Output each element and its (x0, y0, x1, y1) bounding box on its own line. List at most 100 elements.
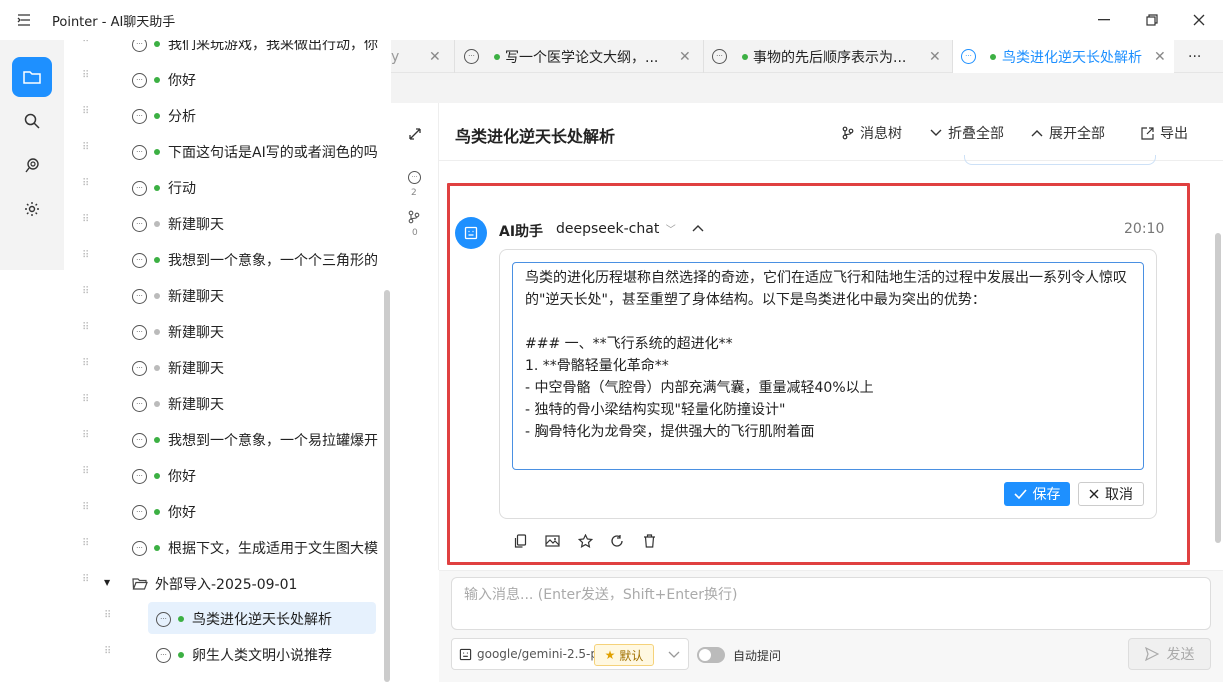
chevron-down-icon (930, 129, 942, 136)
minimize-button[interactable] (1089, 8, 1119, 32)
chat-bubble-icon: ··· (156, 648, 171, 663)
restore-button[interactable] (1137, 8, 1167, 32)
send-icon (1144, 647, 1159, 661)
message-edit-textarea[interactable]: 鸟类的进化历程堪称自然选择的奇迹，它们在适应飞行和陆地生活的过程中发展出一系列令… (512, 262, 1144, 470)
status-dot (154, 509, 160, 515)
star-icon: ★ (604, 648, 616, 662)
tree-item[interactable]: ⠿ ··· 你好 (64, 494, 390, 530)
settings-nav-button[interactable] (12, 189, 52, 229)
tree-item[interactable]: ⠿ ··· 我们来玩游戏，我来做出行动，你 (64, 40, 390, 62)
tree-sub-item[interactable]: ⠿ ··· 卵生人类文明小说推荐 (64, 638, 390, 674)
status-dot (154, 113, 160, 119)
status-dot (742, 54, 748, 60)
default-badge: ★ 默认 (594, 644, 654, 666)
branch-icon (408, 210, 420, 224)
tree-item[interactable]: ⠿ ··· 新建聊天 (64, 278, 390, 314)
status-dot (494, 54, 500, 60)
export-icon (1141, 126, 1154, 140)
menu-icon[interactable] (16, 12, 32, 28)
model-name: google/gemini-2.5-pro (477, 647, 611, 661)
message-scrollbar[interactable] (1215, 233, 1221, 543)
chat-bubble-icon: ··· (132, 361, 147, 376)
tree-item[interactable]: ⠿ ··· 分析 (64, 98, 390, 134)
chat-bubble-icon: ··· (132, 73, 147, 88)
close-window-button[interactable] (1184, 8, 1214, 32)
check-icon (1013, 489, 1027, 499)
tree-item[interactable]: ⠿ ··· 你好 (64, 62, 390, 98)
close-tab-icon[interactable]: ✕ (429, 49, 441, 65)
chat-search-nav-button[interactable] (12, 145, 52, 185)
folder-nav-button[interactable] (12, 57, 52, 97)
tab-item[interactable]: ··· 事物的先后顺序表示为... ✕ (703, 40, 951, 73)
tree-item[interactable]: ⠿ ··· 新建聊天 (64, 386, 390, 422)
send-button[interactable]: 发送 (1128, 638, 1211, 670)
tree-item[interactable]: ⠿ ··· 行动 (64, 170, 390, 206)
chat-bubble-icon: ··· (132, 253, 147, 268)
tab-label: 写一个医学论文大纲，... (505, 49, 659, 66)
tab-item-active[interactable]: ··· 鸟类进化逆天长处解析 ✕ (952, 40, 1174, 73)
chat-bubble-icon: ··· (132, 325, 147, 340)
collapse-message-icon[interactable] (692, 224, 704, 232)
tree-item-label: 行动 (168, 181, 196, 197)
tree-item-label: 卵生人类文明小说推荐 (192, 648, 332, 664)
save-button[interactable]: 保存 (1004, 482, 1070, 506)
tab-label: 事物的先后顺序表示为... (753, 49, 907, 66)
expand-all-button[interactable]: 展开全部 (1031, 123, 1105, 143)
chat-bubble-icon: ··· (132, 217, 147, 232)
tab-label: y (391, 48, 400, 65)
close-tab-icon[interactable]: ✕ (929, 49, 941, 65)
chevron-up-icon (1031, 130, 1043, 137)
composer-model-select[interactable]: google/gemini-2.5-pro ★ 默认 (451, 638, 689, 670)
conversation-tree: ⠿ ··· 我们来玩游戏，我来做出行动，你 ⠿ ··· 你好 ⠿ ··· 分析 … (64, 40, 390, 682)
chevron-down-icon: ﹀ (665, 225, 676, 236)
tree-item-label: 我们来玩游戏，我来做出行动，你 (168, 40, 378, 53)
branch-icon (842, 126, 854, 140)
tree-scrollbar[interactable] (384, 290, 390, 682)
tree-item-label: 你好 (168, 505, 196, 521)
tree-sub-item-selected[interactable]: ⠿ ··· 鸟类进化逆天长处解析 (64, 602, 390, 638)
chat-bubble-icon: ··· (132, 397, 147, 412)
collapse-all-button[interactable]: 折叠全部 (930, 123, 1004, 143)
robot-icon (464, 226, 478, 240)
cancel-button[interactable]: 取消 (1078, 482, 1144, 506)
chat-bubble-icon: ··· (132, 541, 147, 556)
message-timestamp: 20:10 (1124, 221, 1165, 237)
expand-icon[interactable] (408, 127, 422, 141)
status-dot (154, 365, 160, 371)
tree-item[interactable]: ⠿ ··· 根据下文，生成适用于文生图大模 (64, 530, 390, 566)
tree-item[interactable]: ⠿ ··· 新建聊天 (64, 314, 390, 350)
message-tree-button[interactable]: 消息树 (842, 123, 902, 143)
tree-item[interactable]: ⠿ ··· 我想到一个意象，一个易拉罐爆开 (64, 422, 390, 458)
tree-item[interactable]: ⠿ ··· 新建聊天 (64, 206, 390, 242)
image-button[interactable] (543, 532, 561, 550)
tabs-more-button[interactable]: ··· (1188, 40, 1218, 73)
tab-label: 鸟类进化逆天长处解析 (1002, 49, 1142, 66)
delete-button[interactable] (640, 532, 658, 550)
tab-bar: y ✕ ··· 写一个医学论文大纲，... ✕ ··· 事物的先后顺序表示为..… (391, 40, 1223, 73)
tree-item[interactable]: ⠿ ··· 你好 (64, 458, 390, 494)
export-button[interactable]: 导出 (1141, 123, 1188, 143)
regenerate-button[interactable] (608, 532, 626, 550)
tree-item[interactable]: ⠿ ··· 下面这句话是AI写的或者润色的吗 (64, 134, 390, 170)
tab-item[interactable]: ··· 写一个医学论文大纲，... ✕ (454, 40, 702, 73)
auto-ask-label: 自动提问 (733, 649, 782, 663)
tab-item[interactable]: y ✕ (391, 40, 453, 73)
chat-bubble-icon: ··· (132, 469, 147, 484)
tree-item[interactable]: ⠿ ··· 我想到一个意象，一个个三角形的 (64, 242, 390, 278)
caret-down-icon[interactable]: ▼ (104, 578, 110, 587)
refresh-icon (611, 535, 623, 547)
search-nav-button[interactable] (12, 101, 52, 141)
auto-ask-toggle[interactable] (697, 647, 725, 663)
title-bar: Pointer - AI聊天助手 (0, 0, 1223, 40)
close-tab-icon[interactable]: ✕ (1154, 49, 1166, 65)
message-count: 2 (411, 188, 417, 198)
message-input[interactable]: 输入消息... (Enter发送，Shift+Enter换行) (451, 577, 1211, 630)
copy-button[interactable] (511, 532, 529, 550)
window-title: Pointer - AI聊天助手 (52, 15, 176, 30)
tree-item[interactable]: ⠿ ··· 新建聊天 (64, 350, 390, 386)
model-selector[interactable]: deepseek-chat ﹀ (556, 221, 676, 237)
tree-folder[interactable]: ⠿ ▼ 外部导入-2025-09-01 (64, 566, 390, 602)
image-icon (544, 535, 560, 547)
favorite-button[interactable] (576, 532, 594, 550)
close-tab-icon[interactable]: ✕ (679, 49, 691, 65)
